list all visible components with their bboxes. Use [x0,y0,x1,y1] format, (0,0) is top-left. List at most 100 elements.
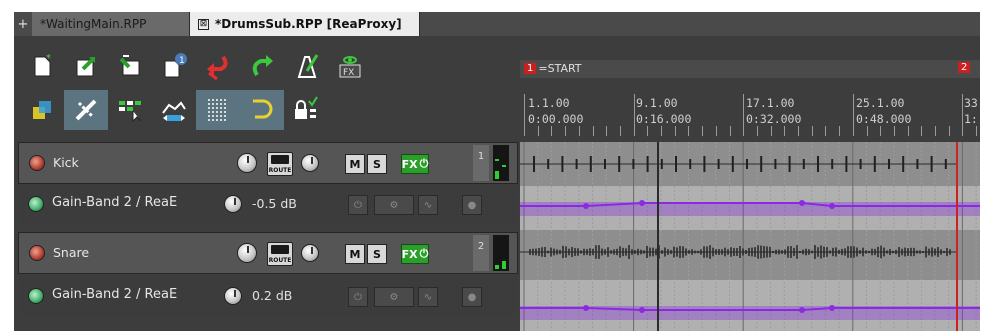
metronome-icon[interactable] [284,46,328,86]
fx-button[interactable]: FX ⏻ [401,244,429,264]
envelope-shape-icon[interactable]: ∿ [418,287,438,307]
close-tab-icon[interactable]: ⊠ [198,18,209,30]
save-project-icon[interactable] [108,46,152,86]
track-panel-kick[interactable]: Kick ROUTE M S FX ⏻ 1 [18,142,518,184]
track-panel-snare[interactable]: Snare ROUTE M S FX ⏻ 2 [18,232,518,274]
ruler-tick [647,126,649,136]
route-label: ROUTE [268,257,292,264]
marker-start[interactable]: 1 =START [524,62,582,75]
fx-visibility-icon[interactable]: FX [328,46,372,86]
pan-knob[interactable] [301,154,319,172]
pan-knob[interactable] [301,244,319,262]
ruler-tick [537,126,539,136]
open-project-icon[interactable] [64,46,108,86]
volume-knob[interactable] [237,243,257,263]
kick-envelope-point [799,200,805,206]
arrange-drawing [520,142,980,331]
track-name[interactable]: Snare [53,245,89,260]
volume-knob[interactable] [237,153,257,173]
mute-button[interactable]: M [345,154,365,174]
marker-number: 2 [958,62,971,73]
ruler-tick [702,126,704,136]
ruler-tick [839,126,841,136]
envelope-value-knob[interactable] [224,195,242,213]
ruler-time-label: 1: [964,112,978,126]
envelope-value-knob[interactable] [224,287,242,305]
envelope-panel-snare[interactable]: Gain-Band 2 / ReaE 0.2 dB ⏻ ⚙ ∿ ● [18,276,518,316]
tab-drums-sub[interactable]: ⊠ *DrumsSub.RPP [ReaProxy] [190,12,420,36]
ruler-tick [770,126,772,136]
ruler-bar-label: 1.1.00 [528,96,570,110]
ruler-time-label: 0:00.000 [528,112,584,126]
ruler-tick [729,126,731,136]
ruler-tick [866,126,868,136]
ruler-tick [798,126,799,136]
new-project-icon[interactable]: * [20,46,64,86]
marker-lane[interactable]: 1 =START 2 [520,60,980,78]
svg-text:1: 1 [179,56,185,66]
kick-envelope-fill [520,202,980,216]
solo-button[interactable]: S [367,244,387,264]
envelope-name[interactable]: Gain-Band 2 / ReaE [52,195,177,210]
envelope-name[interactable]: Gain-Band 2 / ReaE [52,287,177,302]
ruler-tick [948,126,950,136]
item-grouping-icon[interactable] [108,90,152,130]
record-arm-button[interactable] [29,155,45,171]
envelope-settings-icon[interactable]: ⚙ [374,287,414,307]
ruler-tick [907,126,909,136]
fx-label: FX [343,68,354,78]
undo-icon[interactable] [196,46,240,86]
project-info-icon[interactable]: 1 [152,46,196,86]
envelope-arm-button[interactable] [28,196,44,212]
project-tab-bar: + *WaitingMain.RPP ⊠ *DrumsSub.RPP [ReaP… [14,12,980,36]
envelope-hide-icon[interactable]: ● [462,195,482,215]
power-icon: ⏻ [419,247,429,260]
track-number: 1 [473,145,489,181]
marker-2[interactable]: 2 [958,62,972,73]
ruler-tick [962,94,964,136]
ruler-tick [935,126,936,136]
solo-button[interactable]: S [367,154,387,174]
grid-snap-icon[interactable] [20,90,64,130]
envelope-hide-icon[interactable]: ● [462,287,482,307]
ripple-edit-icon[interactable] [64,90,108,130]
route-label: ROUTE [268,167,292,174]
envelope-bypass-icon[interactable]: ⏻ [348,195,368,215]
level-meter [493,235,509,271]
main-toolbar: * 1 FX [20,46,390,132]
route-button[interactable]: ROUTE [267,242,293,266]
edit-cursor[interactable] [657,142,659,331]
ruler-tick [619,126,621,136]
envelope-points-icon[interactable] [152,90,196,130]
timeline-ruler[interactable]: 1.1.00 0:00.000 9.1.00 0:16.000 17.1.00 … [520,94,980,138]
envelope-panel-kick[interactable]: Gain-Band 2 / ReaE -0.5 dB ⏻ ⚙ ∿ ● [18,186,518,224]
track-name[interactable]: Kick [53,155,79,170]
redo-icon[interactable] [240,46,284,86]
ruler-tick [565,126,567,136]
ruler-bar-label: 9.1.00 [636,96,678,110]
ruler-tick [893,126,895,136]
route-button[interactable]: ROUTE [267,152,293,176]
mute-button[interactable]: M [345,244,365,264]
envelope-arm-button[interactable] [28,288,44,304]
ruler-bar-label: 25.1.00 [856,96,905,110]
tab-waiting-main[interactable]: *WaitingMain.RPP [32,12,190,36]
snare-envelope-point [583,305,589,311]
ruler-time-label: 0:32.000 [746,112,802,126]
envelope-bypass-icon[interactable]: ⏻ [348,287,368,307]
envelope-shape-icon[interactable]: ∿ [418,195,438,215]
arrange-view[interactable] [520,142,980,331]
record-arm-button[interactable] [29,245,45,261]
ruler-bar-label: 17.1.00 [746,96,795,110]
tab-label: *DrumsSub.RPP [ReaProxy] [215,17,402,31]
grid-lines-icon[interactable] [196,90,240,130]
loop-icon[interactable] [240,90,284,130]
ruler-bar-label: 33 [964,96,978,110]
fx-button[interactable]: FX ⏻ [401,154,429,174]
project-end-marker [956,142,958,331]
lock-icon[interactable] [284,90,328,130]
new-tab-button[interactable]: + [14,12,32,36]
snare-envelope-point [799,307,805,313]
ruler-tick [880,126,882,136]
envelope-settings-icon[interactable]: ⚙ [374,195,414,215]
